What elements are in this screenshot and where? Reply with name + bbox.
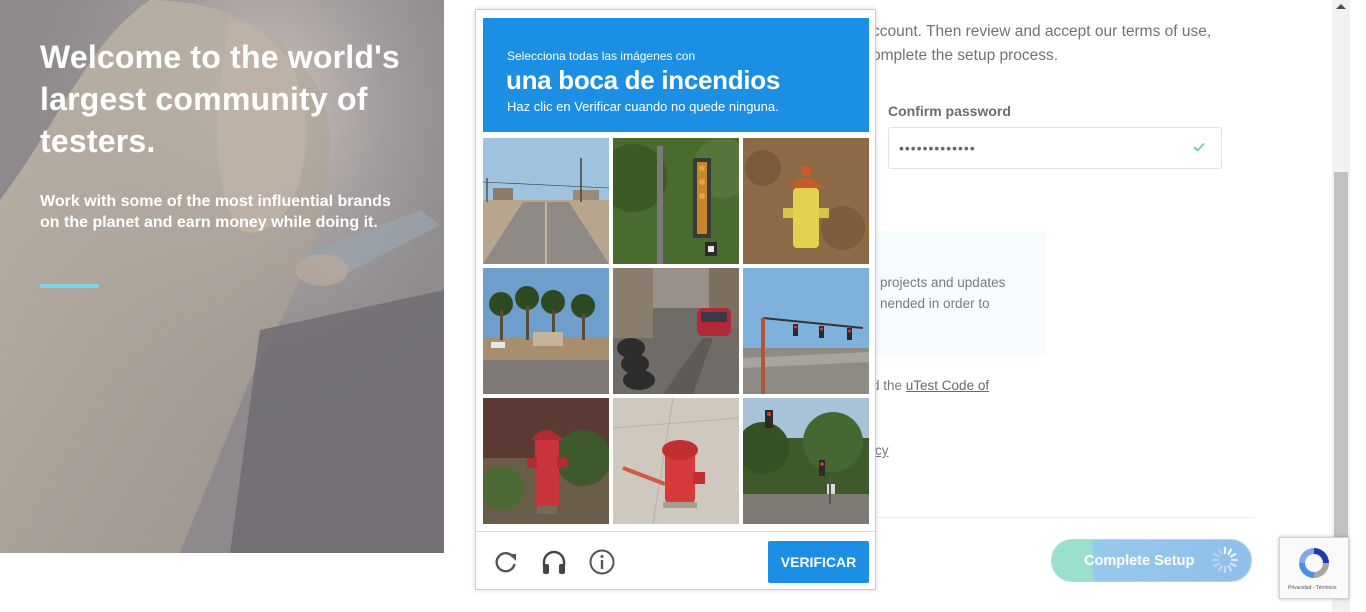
captcha-tile-8[interactable]: [613, 398, 739, 524]
captcha-footer-divider: [476, 531, 875, 532]
code-of-conduct-link[interactable]: uTest Code of: [906, 378, 989, 393]
captcha-tile-7[interactable]: [483, 398, 609, 524]
check-icon: [1193, 142, 1205, 152]
captcha-tile-1[interactable]: [483, 138, 609, 264]
captcha-instruction-line1: Selecciona todas las imágenes con: [507, 49, 696, 63]
captcha-instruction-line3: Haz clic en Verificar cuando no quede ni…: [507, 99, 779, 114]
scroll-up-arrow-icon[interactable]: [1336, 4, 1346, 9]
page: Welcome to the world's largest community…: [0, 0, 1366, 612]
confirm-password-field[interactable]: •••••••••••••: [888, 127, 1222, 169]
captcha-tile-6[interactable]: [743, 268, 869, 394]
verify-button[interactable]: VERIFICAR: [768, 541, 869, 583]
confirm-password-label: Confirm password: [888, 103, 1011, 119]
loading-spinner-icon: [1211, 546, 1239, 574]
tile-traffic-light-image: [613, 138, 739, 264]
captcha-tile-3[interactable]: [743, 138, 869, 264]
tile-palm-trees-road-image: [483, 268, 609, 394]
tile-traffic-light-trees-image: [743, 398, 869, 524]
captcha-tile-9[interactable]: [743, 398, 869, 524]
captcha-target-object: una boca de incendios: [506, 65, 780, 95]
tile-street-motorcycles-image: [613, 268, 739, 394]
complete-setup-label: Complete Setup: [1084, 553, 1195, 569]
tile-intersection-lights-image: [743, 268, 869, 394]
recaptcha-logo-icon: [1299, 548, 1329, 578]
captcha-tile-2[interactable]: [613, 138, 739, 264]
hero-title: Welcome to the world's largest community…: [40, 39, 400, 159]
hero-divider: [40, 284, 99, 288]
scrollbar-thumb[interactable]: [1334, 172, 1348, 544]
tile-red-hydrant-sidewalk-image: [613, 398, 739, 524]
code-of-conduct-text: d the uTest Code of: [872, 378, 989, 393]
reload-icon[interactable]: [492, 548, 520, 576]
info-icon[interactable]: [588, 548, 616, 576]
tile-yellow-hydrant-image: [743, 138, 869, 264]
captcha-tile-4[interactable]: [483, 268, 609, 394]
setup-intro-text: ccount. Then review and accept our terms…: [872, 23, 1212, 64]
captcha-tile-5[interactable]: [613, 268, 739, 394]
notice-text: projects and updates nended in order to: [880, 275, 1006, 311]
recaptcha-privacy-terms[interactable]: Privacidad - Términos: [1288, 585, 1337, 591]
captcha-challenge-dialog: Selecciona todas las imágenes con una bo…: [475, 9, 876, 590]
form-divider: [872, 517, 1254, 518]
recaptcha-badge[interactable]: Privacidad - Términos: [1279, 537, 1349, 599]
hero-panel: Welcome to the world's largest community…: [0, 0, 444, 553]
code-prefix: d the: [872, 378, 906, 393]
captcha-instructions: Selecciona todas las imágenes con una bo…: [483, 18, 869, 132]
hero-subtitle: Work with some of the most influential b…: [40, 193, 391, 231]
tile-red-hydrant-bushes-image: [483, 398, 609, 524]
headphones-icon[interactable]: [540, 548, 568, 576]
window-edge: [1350, 0, 1366, 612]
tile-desert-road-image: [483, 138, 609, 264]
